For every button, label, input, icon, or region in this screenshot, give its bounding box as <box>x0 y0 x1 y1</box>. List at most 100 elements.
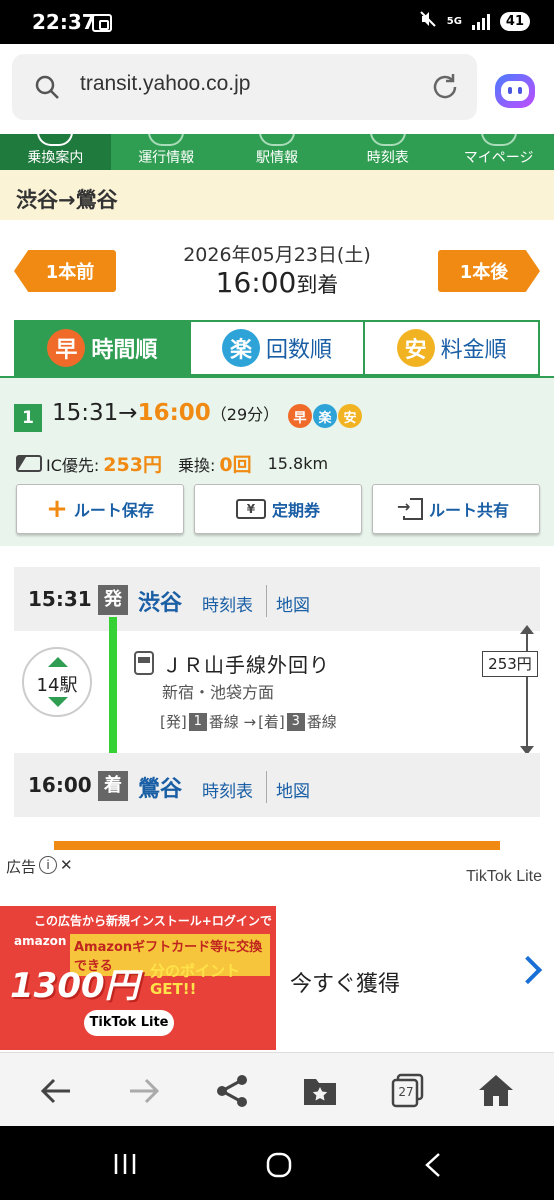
ad-label-text: 広告 <box>6 858 37 876</box>
browser-bottom-bar: 27 <box>0 1052 554 1126</box>
fast-badge-icon: 早 <box>47 329 86 367</box>
tab-mypage[interactable]: マイページ <box>443 134 554 170</box>
tab-timetable[interactable]: 時刻表 <box>332 134 443 170</box>
platform-arr-label: [着] <box>258 713 285 731</box>
easy-badge-icon: 楽 <box>313 404 337 428</box>
battery-level: 41 <box>499 12 530 31</box>
platform-dep-num: 1 <box>188 712 207 731</box>
url-bar[interactable]: transit.yahoo.co.jp <box>12 54 477 120</box>
info-icon <box>148 134 185 146</box>
ad-close-icon[interactable]: ✕ <box>60 856 73 878</box>
recent-apps-icon[interactable] <box>112 1152 138 1176</box>
route-times: 15:31→16:00（29分） <box>52 400 279 426</box>
ad-line4: 1300円 <box>10 966 139 1006</box>
cheap-badge-icon: 安 <box>396 329 435 367</box>
mute-icon <box>419 10 437 33</box>
platform-dep-label: [発] <box>160 713 187 731</box>
ad-header: 広告 i ✕ TikTok Lite <box>0 850 554 902</box>
search-icon <box>35 75 59 99</box>
tab-sort-time[interactable]: 早 時間順 <box>16 322 189 374</box>
depart-station-row: 15:31 発 渋谷 時刻表 地図 <box>14 567 540 631</box>
share-route-label: ルート共有 <box>428 501 509 520</box>
route-badges: 早 楽 安 <box>288 404 362 428</box>
tab-sort-transfers[interactable]: 楽 回数順 <box>188 322 364 374</box>
map-link[interactable]: 地図 <box>276 591 310 616</box>
platform-arr-num: 3 <box>286 712 305 731</box>
tab-transfer[interactable]: 乗換案内 <box>0 134 111 170</box>
ad-cta[interactable]: 今すぐ獲得 <box>290 966 400 998</box>
stop-count-toggle[interactable]: 14駅 <box>22 647 92 717</box>
date-selector: 1本前 2026年05月23日(土) 16:00到着 1本後 <box>0 220 554 316</box>
platform-info: [発] 1 番線 → [着] 3 番線 <box>160 711 337 732</box>
signal-icon <box>471 13 490 30</box>
chevron-right-icon[interactable] <box>513 955 543 985</box>
ticket-icon: ¥ <box>235 499 266 519</box>
next-train-button[interactable]: 1本後 <box>438 250 540 292</box>
easy-badge-icon: 楽 <box>222 329 260 367</box>
fare-value: 253円 <box>103 454 162 476</box>
browser-toolbar: transit.yahoo.co.jp <box>0 44 554 134</box>
line-name: ＪＲ山手線外回り <box>162 653 330 677</box>
ad-sponsor[interactable]: TikTok Lite <box>466 868 542 886</box>
tab-station-info[interactable]: 駅情報 <box>222 134 333 170</box>
reload-icon[interactable] <box>429 71 461 103</box>
user-icon <box>480 134 517 146</box>
plus-icon: + <box>46 494 68 524</box>
home-icon[interactable] <box>476 1071 516 1111</box>
tab-service-info[interactable]: 運行情報 <box>111 134 222 170</box>
save-route-button[interactable]: + ルート保存 <box>16 484 184 534</box>
url-text[interactable]: transit.yahoo.co.jp <box>80 72 250 96</box>
forward-icon[interactable] <box>124 1071 164 1111</box>
route-detail: 15:31 発 渋谷 時刻表 地図 14駅 ＪＲ山手線外回り 新宿・池袋方面 [… <box>14 565 540 821</box>
tab-sort-time-label: 時間順 <box>91 338 158 363</box>
commuter-pass-label: 定期券 <box>271 501 320 520</box>
platform-arr-suffix: 番線 <box>306 713 337 731</box>
ad-label: 広告 i ✕ <box>0 850 90 878</box>
chevron-down-icon <box>48 697 68 707</box>
duration: （29分） <box>210 405 280 424</box>
status-bar: 22:37 5G 41 <box>0 0 554 44</box>
station-time: 15:31 <box>28 587 92 611</box>
ic-card-icon <box>16 455 42 472</box>
segment-fare: 253円 <box>482 651 538 677</box>
back-nav-icon[interactable] <box>424 1152 442 1178</box>
transfer-label: 乗換: <box>177 455 216 475</box>
assistant-bot-icon[interactable] <box>492 68 538 112</box>
chevron-up-icon <box>48 657 68 667</box>
back-icon[interactable] <box>36 1071 76 1111</box>
train-icon <box>37 134 74 146</box>
timetable-link[interactable]: 時刻表 <box>202 777 253 802</box>
arrive-station-row: 16:00 着 鶯谷 時刻表 地図 <box>14 753 540 817</box>
network-type: 5G <box>446 15 462 27</box>
ad-banner[interactable]: この広告から新規インストール+ログインで amazon Amazonギフトカード… <box>0 902 554 1052</box>
ad-line6: TikTok Lite <box>84 1010 174 1036</box>
stop-count: 14駅 <box>36 675 78 696</box>
fast-badge-icon: 早 <box>288 404 312 428</box>
arrive-time: 16:00 <box>137 400 211 426</box>
station-icon <box>258 134 295 146</box>
station-name-link[interactable]: 鶯谷 <box>138 771 182 803</box>
depart-badge: 発 <box>98 585 128 615</box>
save-route-label: ルート保存 <box>73 501 154 520</box>
screen-record-icon <box>92 14 112 32</box>
commuter-pass-button[interactable]: ¥ 定期券 <box>194 484 362 534</box>
bookmarks-icon[interactable] <box>300 1071 340 1111</box>
tab-sort-fare[interactable]: 安 料金順 <box>363 322 539 374</box>
ad-line1: この広告から新規インストール+ログインで <box>34 914 272 928</box>
map-link[interactable]: 地図 <box>276 777 310 802</box>
share-icon[interactable] <box>212 1071 252 1111</box>
ad-info-icon[interactable]: i <box>39 856 58 874</box>
line-direction: 新宿・池袋方面 <box>162 683 275 702</box>
timetable-link[interactable]: 時刻表 <box>202 591 253 616</box>
tabs-button[interactable]: 27 <box>388 1071 428 1111</box>
fare-line: IC優先: 253円 乗換: 0回 15.8km <box>16 450 328 477</box>
search-time-value: 16:00 <box>215 266 297 299</box>
ad-image[interactable]: この広告から新規インストール+ログインで amazon Amazonギフトカード… <box>0 906 276 1050</box>
tab-sort-fare-label: 料金順 <box>440 338 507 363</box>
station-name-link[interactable]: 渋谷 <box>138 585 182 617</box>
share-route-button[interactable]: ルート共有 <box>372 484 540 534</box>
cheap-badge-icon: 安 <box>338 404 362 428</box>
train-icon <box>134 651 154 675</box>
system-nav-bar <box>0 1126 554 1200</box>
home-nav-icon[interactable] <box>266 1152 292 1178</box>
